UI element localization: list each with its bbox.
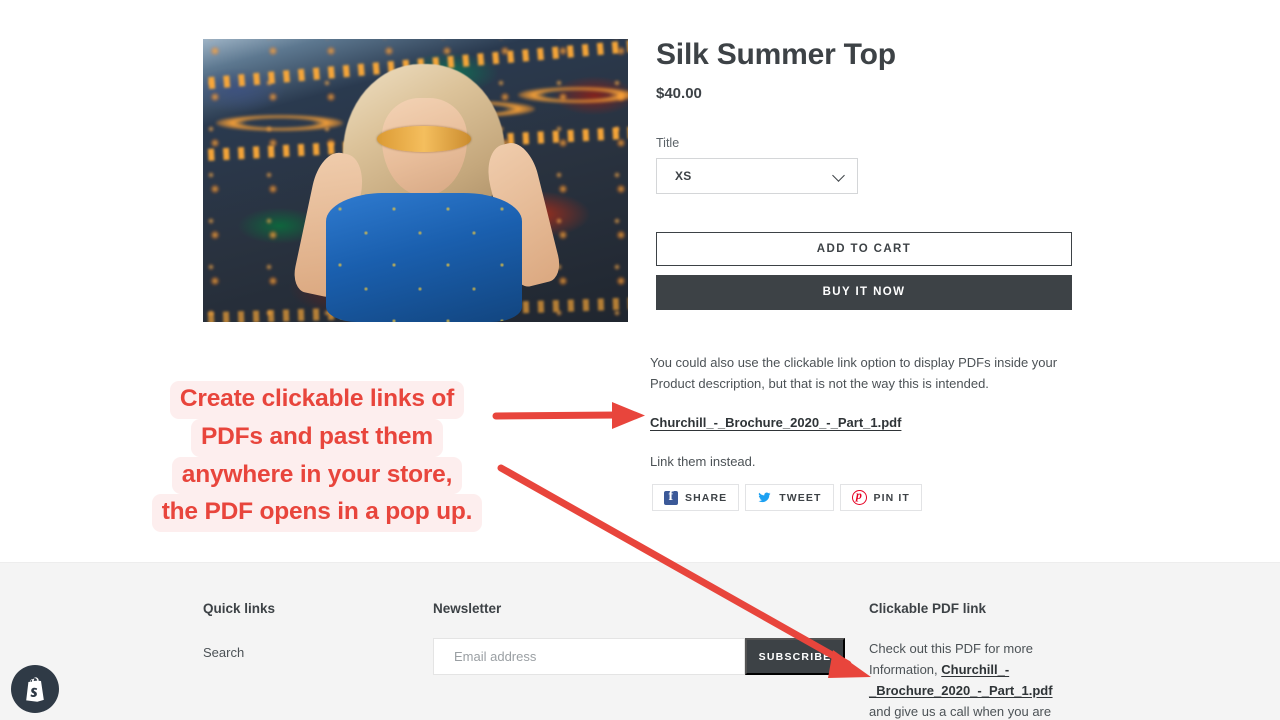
footer-link-search[interactable]: Search	[203, 645, 403, 660]
annotation-line: anywhere in your store,	[171, 456, 463, 495]
share-facebook-label: SHARE	[685, 491, 728, 504]
product-details: Silk Summer Top $40.00 Title XS ADD TO C…	[656, 38, 1072, 310]
buy-it-now-button[interactable]: BUY IT NOW	[656, 274, 1072, 310]
footer-col-pdf-link: Clickable PDF link Check out this PDF fo…	[869, 601, 1074, 720]
footer-pdf-title: Clickable PDF link	[869, 601, 987, 616]
twitter-icon	[757, 491, 772, 504]
model-shirt	[326, 193, 522, 322]
product-image[interactable]	[203, 39, 628, 322]
product-description: You could also use the clickable link op…	[650, 353, 1075, 472]
subscribe-button[interactable]: SUBSCRIBE	[745, 638, 845, 675]
annotation-callout: Create clickable links of PDFs and past …	[134, 381, 500, 533]
variant-select-value: XS	[675, 168, 692, 183]
share-pinterest-label: PIN IT	[873, 491, 910, 504]
arrow-to-description-link	[492, 402, 645, 429]
facebook-icon	[664, 489, 678, 505]
variant-select[interactable]: XS	[656, 157, 858, 194]
site-footer: Quick links Search Newsletter Email addr…	[0, 562, 1280, 720]
annotation-line: the PDF opens in a pop up.	[151, 494, 483, 533]
footer-quick-links-title: Quick links	[203, 601, 276, 616]
shopify-bag-icon	[26, 677, 44, 702]
description-paragraph-2: Link them instead.	[650, 453, 756, 469]
annotation-line: Create clickable links of	[169, 381, 465, 419]
add-to-cart-button[interactable]: ADD TO CART	[656, 231, 1072, 266]
newsletter-form: Email address SUBSCRIBE	[433, 638, 853, 675]
share-twitter-label: TWEET	[779, 491, 822, 504]
annotation-line: PDFs and past them	[191, 418, 443, 457]
footer-pdf-text: Check out this PDF for more Information,…	[869, 638, 1074, 720]
footer-newsletter-title: Newsletter	[433, 601, 502, 616]
model-figure	[290, 64, 564, 322]
social-share-row: SHARE TWEET PIN IT	[652, 484, 922, 511]
sunglasses	[377, 126, 471, 153]
footer-col-newsletter: Newsletter Email address SUBSCRIBE	[433, 601, 853, 675]
footer-col-quick-links: Quick links Search	[203, 601, 403, 660]
footer-pdf-text-after: and give us a call when you are ready to…	[869, 704, 1052, 720]
email-input-placeholder: Email address	[454, 649, 537, 664]
product-title: Silk Summer Top	[656, 38, 896, 71]
share-pinterest-button[interactable]: PIN IT	[839, 484, 922, 511]
description-paragraph-1: You could also use the clickable link op…	[650, 355, 1058, 391]
variant-label: Title	[656, 135, 680, 150]
share-twitter-button[interactable]: TWEET	[745, 484, 834, 511]
pinterest-icon	[851, 488, 867, 505]
pdf-link-description[interactable]: Churchill_-_Brochure_2020_-_Part_1.pdf	[650, 415, 901, 430]
product-price: $40.00	[656, 84, 702, 102]
shopify-badge[interactable]	[11, 665, 59, 713]
chevron-down-icon	[832, 168, 845, 182]
email-input[interactable]: Email address	[433, 638, 745, 675]
page-root: Silk Summer Top $40.00 Title XS ADD TO C…	[0, 0, 1280, 720]
share-facebook-button[interactable]: SHARE	[652, 484, 740, 511]
